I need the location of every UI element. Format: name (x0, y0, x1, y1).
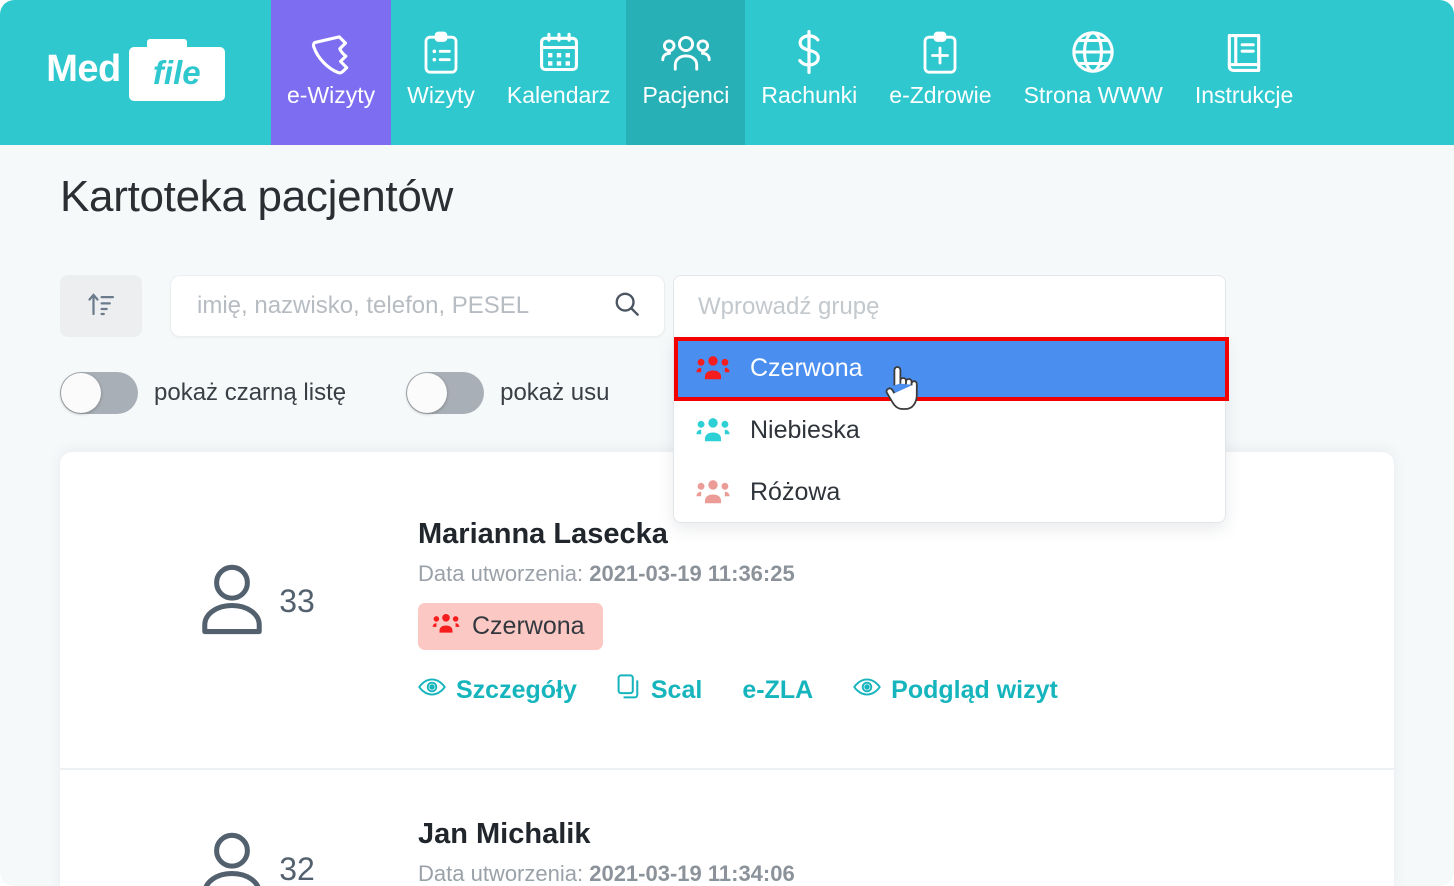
brand-med-text: Med (46, 48, 121, 90)
patient-created-value: 2021-03-19 11:36:25 (589, 561, 795, 586)
status-badge-label: Czerwona (472, 612, 585, 640)
action-e-zla[interactable]: e-ZLA (742, 676, 813, 705)
dropdown-option-czerwona[interactable]: Czerwona (674, 337, 1229, 410)
group-icon (696, 355, 732, 381)
globe-icon (1070, 29, 1116, 75)
toggle-show-blacklist-label: pokaż czarną listę (154, 379, 347, 406)
patient-created-label: Data utworzenia: (418, 861, 584, 886)
patient-info: Marianna Lasecka Data utworzenia: 2021-0… (418, 516, 1394, 707)
toggle-show-blacklist[interactable] (60, 372, 138, 414)
nav-item-label: Strona WWW (1023, 81, 1163, 108)
toggle-row: pokaż czarną listę pokaż usu (60, 372, 670, 414)
app-window: Med file e-Wizyty Wizyty Kalendarz Pacje… (0, 0, 1454, 886)
group-dropdown: Czerwona Niebieska Różowa (673, 337, 1229, 523)
group-icon (696, 479, 732, 505)
toggle-blacklist-wrap: pokaż czarną listę (60, 372, 346, 414)
patient-created: Data utworzenia: 2021-03-19 11:34:06 (418, 861, 1394, 886)
group-input[interactable]: Wprowadź grupę (698, 293, 879, 321)
action-scal[interactable]: Scal (617, 674, 702, 707)
nav-item-e-wizyty[interactable]: e-Wizyty (271, 0, 392, 145)
nav-item-label: e-Zdrowie (889, 81, 992, 108)
eye-icon (418, 676, 446, 705)
patient-created: Data utworzenia: 2021-03-19 11:36:25 (418, 561, 1394, 587)
group-select-field[interactable]: Wprowadź grupę (673, 275, 1226, 337)
phone-icon (309, 29, 353, 75)
sort-button[interactable] (60, 275, 142, 337)
patient-actions: Szczegóły Scal e-ZLA Podgląd wizyt (418, 674, 1394, 707)
brand-folder-body: file (128, 46, 225, 101)
book-icon (1223, 29, 1265, 75)
patient-id: 32 (279, 851, 315, 886)
avatar (199, 830, 265, 886)
sort-ascending-icon (86, 289, 116, 324)
action-podglad-wizyt[interactable]: Podgląd wizyt (853, 676, 1058, 705)
calendar-icon (537, 29, 581, 75)
nav-item-rachunki[interactable]: Rachunki (745, 0, 873, 145)
nav-item-wizyty[interactable]: Wizyty (391, 0, 491, 145)
clipboard-list-icon (421, 29, 461, 75)
brand-file-text: file (152, 53, 201, 91)
search-input[interactable]: imię, nazwisko, telefon, PESEL (197, 292, 612, 320)
nav-item-e-zdrowie[interactable]: e-Zdrowie (873, 0, 1007, 145)
search-field[interactable]: imię, nazwisko, telefon, PESEL (170, 275, 665, 337)
nav-item-label: Wizyty (407, 81, 475, 108)
search-icon[interactable] (612, 289, 642, 324)
group-icon (432, 612, 460, 641)
dropdown-option-label: Niebieska (750, 415, 860, 444)
dropdown-option-rozowa[interactable]: Różowa (674, 461, 1225, 523)
patient-created-label: Data utworzenia: (418, 561, 584, 586)
toggle-knob (61, 373, 101, 413)
nav-item-pacjenci[interactable]: Pacjenci (626, 0, 746, 145)
dropdown-option-label: Czerwona (750, 353, 863, 382)
avatar-cell: 32 (60, 816, 418, 886)
action-label: Podgląd wizyt (891, 676, 1058, 704)
nav-item-instrukcje[interactable]: Instrukcje (1179, 0, 1309, 145)
action-szczegoly[interactable]: Szczegóły (418, 676, 577, 705)
brand-folder-icon: file (128, 38, 225, 101)
avatar-cell: 33 (60, 516, 418, 641)
top-navigation: Med file e-Wizyty Wizyty Kalendarz Pacje… (0, 0, 1454, 145)
avatar (199, 562, 265, 641)
action-label: e-ZLA (742, 676, 814, 704)
patient-info: Jan Michalik Data utworzenia: 2021-03-19… (418, 816, 1394, 886)
nav-item-label: Rachunki (761, 81, 858, 108)
brand-logo[interactable]: Med file (0, 0, 271, 145)
patient-created-value: 2021-03-19 11:34:06 (589, 861, 795, 886)
group-icon (696, 417, 732, 443)
patient-name: Jan Michalik (418, 818, 591, 850)
action-label: Szczegóły (456, 676, 577, 704)
action-label: Scal (650, 676, 703, 704)
dropdown-option-label: Różowa (750, 477, 841, 506)
nav-item-label: e-Wizyty (287, 81, 376, 108)
page-title: Kartoteka pacjentów (60, 172, 453, 221)
toggle-show-deleted-label: pokaż usu (500, 379, 610, 406)
patient-id: 33 (279, 583, 315, 619)
nav-item-label: Kalendarz (506, 81, 611, 108)
status-badge: Czerwona (418, 603, 603, 650)
toggle-show-deleted[interactable] (406, 372, 485, 414)
table-row[interactable]: 32 Jan Michalik Data utworzenia: 2021-03… (60, 770, 1394, 886)
toggle-knob (407, 373, 448, 413)
toggle-deleted-wrap: pokaż usu (406, 372, 610, 414)
people-icon (661, 29, 711, 75)
clipboard-plus-icon (920, 29, 960, 75)
nav-item-strona-www[interactable]: Strona WWW (1008, 0, 1179, 145)
dropdown-option-niebieska[interactable]: Niebieska (674, 399, 1225, 461)
nav-item-label: Instrukcje (1194, 81, 1294, 108)
nav-item-label: Pacjenci (642, 81, 730, 108)
dollar-icon (791, 29, 827, 75)
copy-icon (617, 674, 641, 707)
eye-icon (853, 676, 881, 705)
nav-item-kalendarz[interactable]: Kalendarz (491, 0, 627, 145)
